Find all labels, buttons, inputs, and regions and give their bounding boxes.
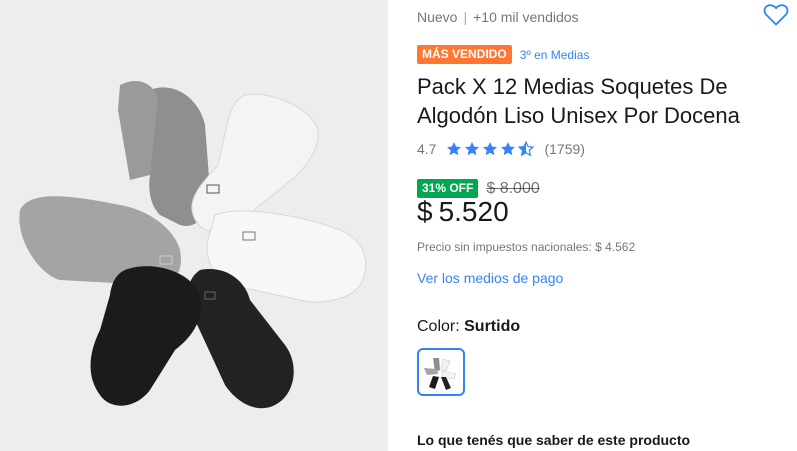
tax-note: Precio sin impuestos nacionales: $ 4.562	[417, 240, 636, 254]
section-title: Lo que tenés que saber de este producto	[417, 432, 691, 448]
product-subtitle: Nuevo | +10 mil vendidos	[417, 9, 579, 25]
current-price: $5.520	[417, 196, 509, 228]
favorite-button[interactable]	[763, 3, 789, 27]
heart-icon	[763, 4, 789, 26]
star-full-icon	[501, 142, 516, 156]
best-seller-badge: MÁS VENDIDO	[417, 45, 512, 64]
color-selector-label: Color: Surtido	[417, 318, 520, 336]
price-amount: 5.520	[438, 196, 509, 227]
condition-label: Nuevo	[417, 9, 458, 25]
currency-symbol: $	[417, 196, 433, 227]
color-swatch-surtido[interactable]	[417, 348, 465, 396]
star-full-icon	[447, 142, 462, 156]
product-title: Pack X 12 Medias Soquetes De Algodón Lis…	[417, 74, 740, 128]
badges-row: MÁS VENDIDO 3º en Medias	[417, 45, 589, 64]
color-label: Color:	[417, 318, 465, 335]
product-image-gallery[interactable]	[0, 0, 388, 451]
category-ranking-link[interactable]: 3º en Medias	[520, 48, 590, 62]
star-full-icon	[483, 142, 498, 156]
product-image	[19, 80, 367, 409]
separator: |	[463, 9, 468, 25]
reviews-count: (1759)	[544, 141, 585, 157]
rating-row[interactable]: 4.7 (1759)	[417, 141, 585, 157]
star-half-icon	[518, 141, 535, 157]
payment-methods-link[interactable]: Ver los medios de pago	[417, 270, 563, 286]
rating-value: 4.7	[417, 141, 437, 157]
swatch-thumbnail	[424, 358, 457, 390]
star-full-icon	[465, 142, 480, 156]
rating-stars	[446, 141, 536, 157]
sold-count: +10 mil vendidos	[473, 9, 579, 25]
color-value: Surtido	[464, 318, 521, 335]
original-price: $ 8.000	[486, 179, 540, 197]
product-info-panel: Nuevo | +10 mil vendidos MÁS VENDIDO 3º en…	[417, 0, 797, 451]
